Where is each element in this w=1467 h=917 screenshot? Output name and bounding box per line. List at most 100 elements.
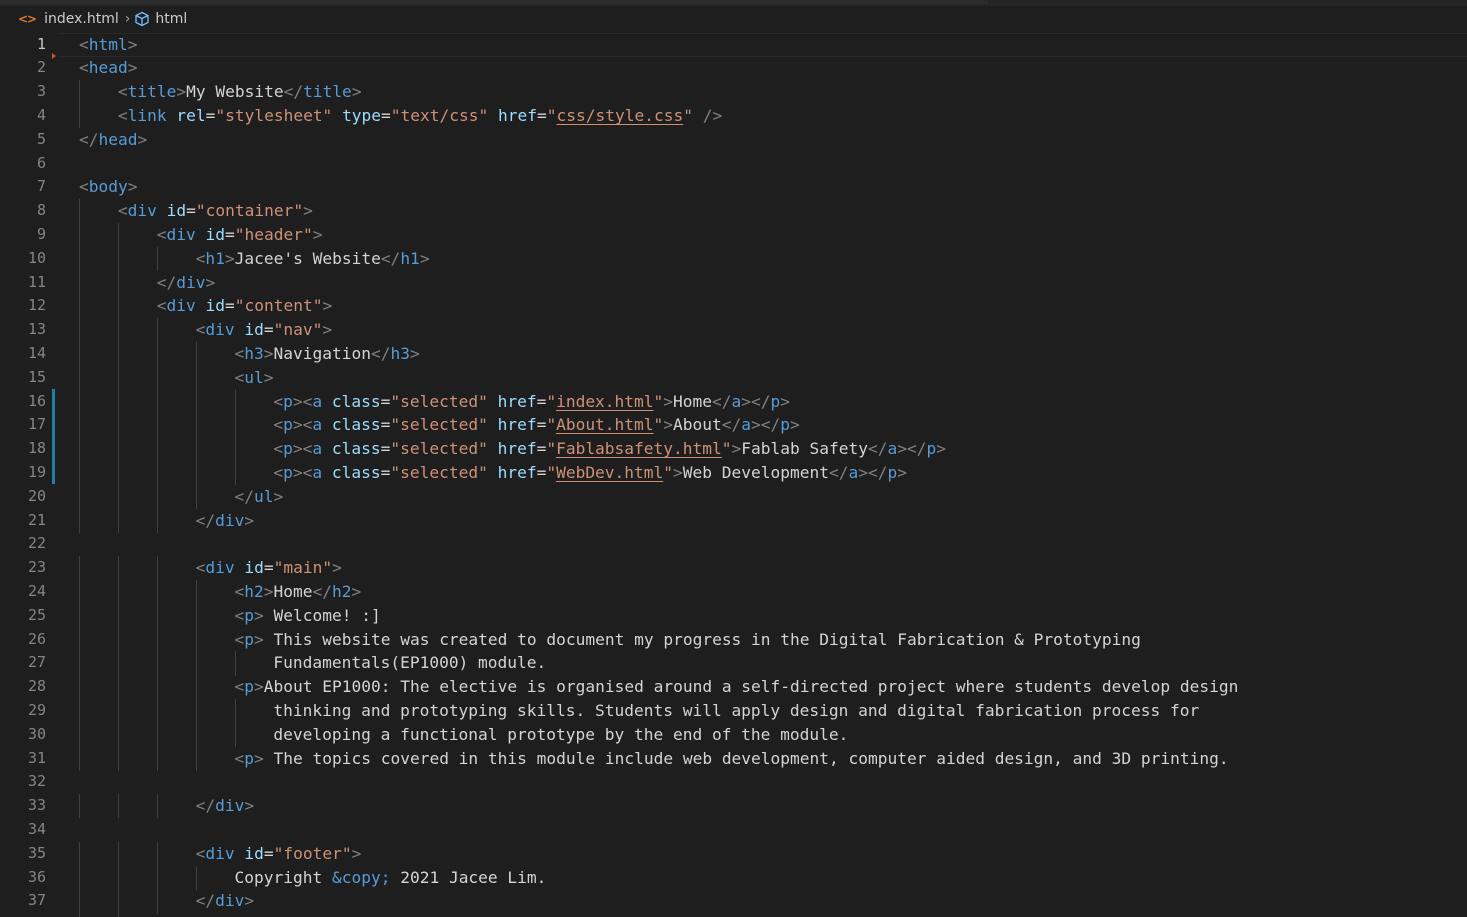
code-token: div bbox=[166, 224, 196, 244]
code-line[interactable]: 25 <p> Welcome! :] bbox=[0, 603, 1467, 628]
code-line[interactable]: 23 <div id="main"> bbox=[0, 556, 1467, 581]
code-line[interactable]: 35 <div id="footer"> bbox=[0, 841, 1467, 866]
line-number[interactable]: 26 bbox=[0, 628, 46, 652]
code-line[interactable]: 20 </ul> bbox=[0, 484, 1467, 509]
line-number[interactable]: 5 bbox=[0, 128, 46, 152]
code-line[interactable]: 33 </div> bbox=[0, 794, 1467, 819]
code-line[interactable]: 13 <div id="nav"> bbox=[0, 318, 1467, 343]
code-line[interactable]: 31 <p> The topics covered in this module … bbox=[0, 746, 1467, 771]
code-token: > bbox=[409, 343, 420, 363]
line-number[interactable]: 17 bbox=[0, 413, 46, 437]
code-text: <div id="nav"> bbox=[196, 318, 332, 342]
code-line[interactable]: 16 <p><a class="selected" href="index.htm… bbox=[0, 389, 1467, 414]
code-line[interactable]: 10 <h1>Jacee's Website</h1> bbox=[0, 246, 1467, 271]
line-number[interactable]: 10 bbox=[0, 247, 46, 271]
line-number[interactable]: 19 bbox=[0, 461, 46, 485]
code-line[interactable]: 7 <body> bbox=[0, 175, 1467, 199]
line-number[interactable]: 23 bbox=[0, 556, 46, 580]
line-number[interactable]: 33 bbox=[0, 794, 46, 818]
code-line[interactable]: 17 <p><a class="selected" href="About.htm… bbox=[0, 413, 1467, 438]
code-text: </div> bbox=[196, 794, 255, 818]
code-token: </ bbox=[156, 272, 177, 292]
indent-guide bbox=[156, 365, 158, 390]
line-number[interactable]: 6 bbox=[0, 152, 46, 176]
line-number[interactable]: 3 bbox=[0, 80, 46, 104]
indent-guide bbox=[195, 579, 197, 605]
code-line[interactable]: 27 Fundamentals(EP1000) module. bbox=[0, 651, 1467, 676]
line-number[interactable]: 24 bbox=[0, 580, 46, 604]
line-number[interactable]: 31 bbox=[0, 747, 46, 771]
line-number[interactable]: 28 bbox=[0, 675, 46, 699]
code-line[interactable]: 36 Copyright &copy; 2021 Jacee Lim. bbox=[0, 865, 1467, 890]
code-line[interactable]: 38 </div> bbox=[0, 913, 1467, 917]
line-number[interactable]: 35 bbox=[0, 842, 46, 866]
code-line[interactable]: 28 <p>About EP1000: The elective is organ… bbox=[0, 675, 1467, 700]
code-token: </ bbox=[370, 343, 391, 363]
line-number[interactable]: 25 bbox=[0, 604, 46, 628]
line-number[interactable]: 13 bbox=[0, 318, 46, 342]
code-line[interactable]: 22 bbox=[0, 532, 1467, 556]
breadcrumb-element[interactable]: html bbox=[134, 11, 187, 27]
line-number[interactable]: 1 bbox=[0, 33, 46, 57]
line-number[interactable]: 9 bbox=[0, 223, 46, 247]
code-line[interactable]: 32 bbox=[0, 770, 1467, 794]
code-text: <p> This website was created to document… bbox=[235, 628, 1141, 652]
code-line[interactable]: 29 thinking and prototyping skills. Stude… bbox=[0, 698, 1467, 724]
code-line[interactable]: 19 <p><a class="selected" href="WebDev.ht… bbox=[0, 460, 1467, 486]
indent-guide bbox=[195, 365, 197, 390]
line-number[interactable]: 16 bbox=[0, 390, 46, 414]
line-number[interactable]: 21 bbox=[0, 509, 46, 533]
line-number[interactable]: 18 bbox=[0, 437, 46, 461]
code-line[interactable]: 1 <html> bbox=[0, 32, 1467, 57]
code-line[interactable]: 34 bbox=[0, 818, 1467, 842]
line-number[interactable]: 20 bbox=[0, 485, 46, 509]
indent-guide bbox=[156, 318, 158, 343]
code-text: </head> bbox=[79, 128, 147, 152]
line-number[interactable]: 11 bbox=[0, 271, 46, 295]
code-editor[interactable]: 1 <html> 2 <head> 3 <title>My Website</title>… bbox=[0, 32, 1467, 917]
code-line[interactable]: 37 </div> bbox=[0, 889, 1467, 914]
line-number[interactable]: 22 bbox=[0, 532, 46, 556]
breadcrumb-file[interactable]: <> index.html bbox=[0, 11, 119, 27]
code-line[interactable]: 9 <div id="header"> bbox=[0, 222, 1467, 248]
code-line[interactable]: 14 <h3>Navigation</h3> bbox=[0, 341, 1467, 367]
line-number[interactable]: 12 bbox=[0, 294, 46, 318]
line-number[interactable]: 4 bbox=[0, 104, 46, 128]
code-token: > bbox=[322, 320, 333, 340]
code-token: < bbox=[79, 177, 89, 197]
line-number[interactable]: 8 bbox=[0, 199, 46, 223]
code-token: index.html bbox=[556, 391, 654, 411]
line-number[interactable]: 36 bbox=[0, 866, 46, 890]
code-line[interactable]: 24 <h2>Home</h2> bbox=[0, 579, 1467, 605]
line-number[interactable]: 15 bbox=[0, 366, 46, 390]
code-token: = bbox=[263, 843, 274, 863]
line-number[interactable]: 2 bbox=[0, 56, 46, 80]
line-number[interactable]: 32 bbox=[0, 770, 46, 794]
line-number[interactable]: 27 bbox=[0, 651, 46, 675]
code-line[interactable]: 15 <ul> bbox=[0, 365, 1467, 390]
code-token: " bbox=[546, 391, 557, 411]
line-number[interactable]: 30 bbox=[0, 723, 46, 747]
code-line[interactable]: 3 <title>My Website</title> bbox=[0, 80, 1467, 105]
line-number[interactable]: 29 bbox=[0, 699, 46, 723]
code-line[interactable]: 21 </div> bbox=[0, 508, 1467, 533]
line-number[interactable]: 38 bbox=[0, 913, 46, 917]
code-line[interactable]: 12 <div id="content"> bbox=[0, 294, 1467, 319]
code-line[interactable]: 18 <p><a class="selected" href="Fablabsaf… bbox=[0, 437, 1467, 462]
code-line[interactable]: 5 </head> bbox=[0, 128, 1467, 152]
code-line[interactable]: 6 bbox=[0, 152, 1467, 176]
code-line[interactable]: 8 <div id="container"> bbox=[0, 199, 1467, 224]
code-line[interactable]: 11 </div> bbox=[0, 270, 1467, 295]
code-token: a bbox=[741, 415, 752, 435]
code-token: > bbox=[254, 677, 264, 697]
line-number[interactable]: 37 bbox=[0, 889, 46, 913]
code-token: > bbox=[224, 248, 235, 268]
line-number[interactable]: 14 bbox=[0, 342, 46, 366]
line-number[interactable]: 7 bbox=[0, 175, 46, 199]
line-number[interactable]: 34 bbox=[0, 818, 46, 842]
code-line[interactable]: 4 <link rel="stylesheet" type="text/css" … bbox=[0, 103, 1467, 129]
code-line[interactable]: 30 developing a functional prototype by t… bbox=[0, 722, 1467, 747]
code-line[interactable]: 2 <head> bbox=[0, 56, 1467, 80]
code-line[interactable]: 26 <p> This website was created to docume… bbox=[0, 627, 1467, 652]
code-token: > bbox=[790, 415, 800, 435]
